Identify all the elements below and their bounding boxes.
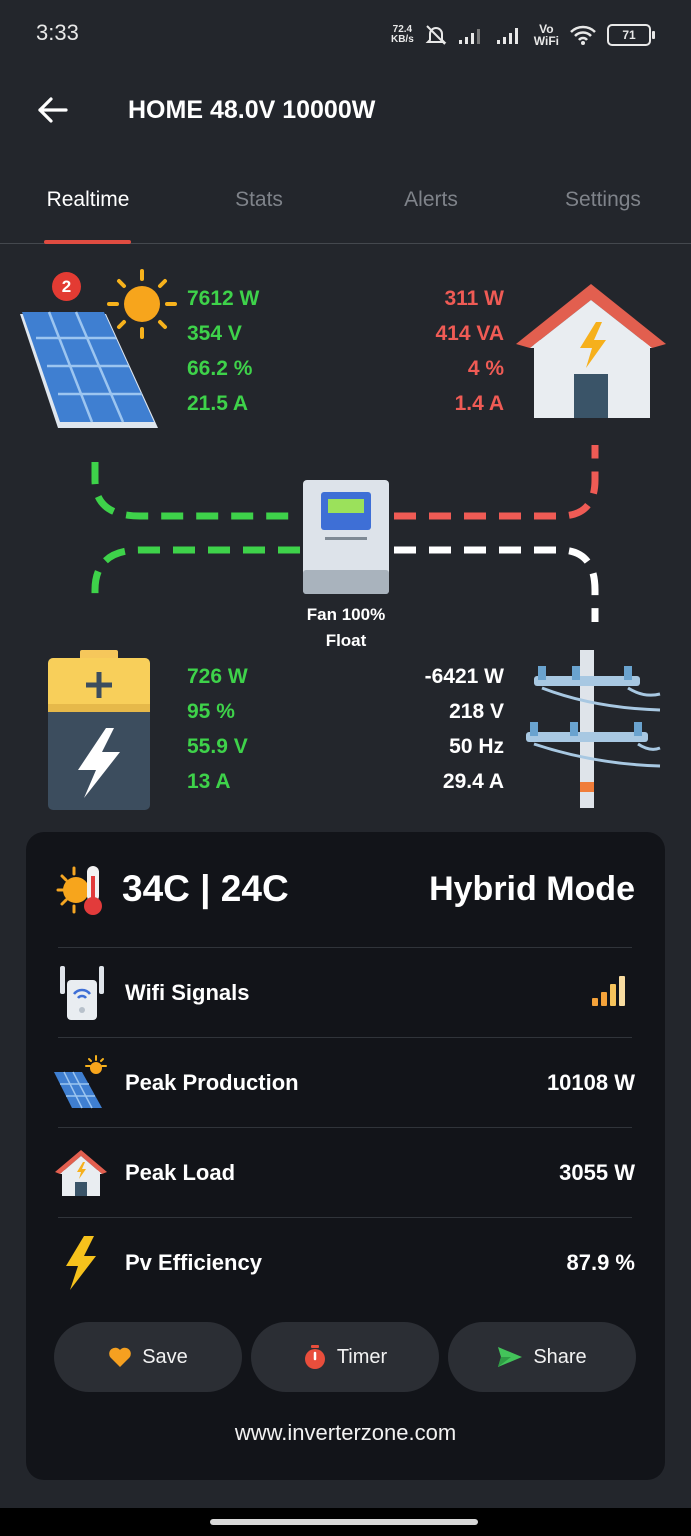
row-value-peak-production: 10108 W [546,1070,635,1095]
divider [58,1217,632,1218]
load-apparent: 414 VA [435,322,505,345]
signal-bars-icon [592,976,625,1006]
home-gesture-pill[interactable] [210,1519,478,1525]
load-power: 311 W [444,287,504,310]
solar-power: 7612 W [187,287,260,310]
battery-voltage: 55.9 V [187,735,248,758]
charge-status: Float [325,631,367,650]
battery-power: 726 W [187,665,248,688]
solar-badge: 2 [52,272,81,301]
grid-power: -6421 W [424,665,504,688]
grid-current: 29.4 A [442,770,504,793]
row-label-peak-production: Peak Production [125,1070,299,1095]
sun-icon [107,269,177,339]
save-button[interactable]: Save [54,1322,242,1392]
heart-icon [109,1347,132,1367]
temperature-readout: 34C | 24C [122,868,289,909]
lightning-icon [66,1236,96,1290]
house-icon [516,284,666,418]
divider [58,1037,632,1038]
row-value-peak-load: 3055 W [559,1160,635,1185]
load-current: 1.4 A [454,392,504,415]
solar-panel-icon [54,1055,107,1109]
power-pole-icon [526,650,661,808]
website-link[interactable]: www.inverterzone.com [0,1420,691,1446]
solar-current: 21.5 A [187,392,249,415]
divider [58,1127,632,1128]
timer-label: Timer [336,1345,388,1368]
battery-icon [48,650,150,810]
timer-icon [304,1345,325,1369]
fan-status: Fan 100% [306,605,386,624]
solar-voltage: 354 V [187,322,242,345]
grid-values: -6421 W 218 V 50 Hz 29.4 A [425,659,504,799]
send-icon [498,1347,523,1367]
solar-percent: 66.2 % [187,357,253,380]
house-icon [55,1150,107,1196]
inverter-icon [303,480,389,594]
inverter-status: Fan 100% Float [290,602,402,654]
share-label: Share [533,1345,587,1368]
row-value-pv-efficiency: 87.9 % [566,1250,636,1275]
battery-values: 726 W 95 % 55.9 V 13 A [187,659,248,799]
row-label-pv-efficiency: Pv Efficiency [125,1250,262,1275]
wifi-extender-icon [60,966,104,1020]
operating-mode: Hybrid Mode [429,870,635,908]
row-label-wifi: Wifi Signals [125,980,250,1005]
grid-voltage: 218 V [449,700,504,723]
divider [58,947,632,948]
save-label: Save [142,1345,188,1368]
thermometer-icon [56,866,102,915]
grid-frequency: 50 Hz [449,735,504,758]
load-values: 311 W 414 VA 4 % 1.4 A [436,281,505,421]
battery-soc: 95 % [187,700,235,723]
battery-current: 13 A [187,770,231,793]
load-percent: 4 % [467,357,504,380]
solar-values: 7612 W 354 V 66.2 % 21.5 A [187,281,259,421]
share-button[interactable]: Share [448,1322,636,1392]
row-label-peak-load: Peak Load [125,1160,236,1185]
timer-button[interactable]: Timer [251,1322,439,1392]
